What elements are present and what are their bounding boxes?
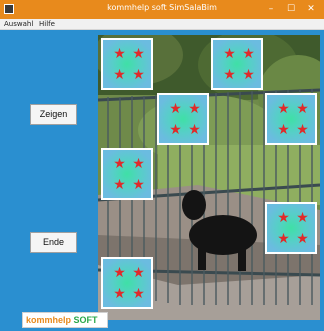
star-icon: ★ bbox=[113, 67, 126, 83]
star-icon: ★ bbox=[223, 67, 236, 83]
star-icon: ★ bbox=[113, 265, 126, 281]
star-icon: ★ bbox=[132, 286, 145, 302]
memory-card[interactable]: ★ ★ ★ ★ bbox=[265, 202, 317, 254]
star-icon: ★ bbox=[132, 67, 145, 83]
star-icon: ★ bbox=[223, 46, 236, 62]
star-icon: ★ bbox=[277, 231, 290, 247]
logo-text-soft: SOFT bbox=[73, 315, 98, 325]
memory-card[interactable]: ★ ★ ★ ★ bbox=[211, 38, 263, 90]
star-icon: ★ bbox=[132, 156, 145, 172]
maximize-button[interactable]: ☐ bbox=[286, 2, 296, 16]
menu-bar: Auswahl Hilfe bbox=[0, 19, 324, 30]
end-button[interactable]: Ende bbox=[30, 232, 77, 253]
logo-text-kommhelp: kommhelp bbox=[26, 315, 72, 325]
star-icon: ★ bbox=[113, 286, 126, 302]
star-icon: ★ bbox=[113, 177, 126, 193]
memory-card[interactable]: ★ ★ ★ ★ bbox=[101, 257, 153, 309]
minimize-button[interactable]: – bbox=[266, 2, 276, 16]
title-bar[interactable]: kommhelp soft SimSalaBim – ☐ ✕ bbox=[0, 0, 324, 19]
star-icon: ★ bbox=[277, 101, 290, 117]
memory-card[interactable]: ★ ★ ★ ★ bbox=[265, 93, 317, 145]
show-button[interactable]: Zeigen bbox=[30, 104, 77, 125]
menu-item-auswahl[interactable]: Auswahl bbox=[4, 20, 33, 28]
star-icon: ★ bbox=[296, 231, 309, 247]
memory-card[interactable]: ★ ★ ★ ★ bbox=[157, 93, 209, 145]
main-panel: Zeigen Ende ★ ★ ★ ★ ★ ★ ★ ★ ★ ★ ★ ★ ★ ★ … bbox=[0, 30, 324, 331]
star-icon: ★ bbox=[132, 177, 145, 193]
star-icon: ★ bbox=[277, 122, 290, 138]
star-icon: ★ bbox=[132, 265, 145, 281]
window-controls: – ☐ ✕ bbox=[266, 2, 316, 17]
star-icon: ★ bbox=[296, 210, 309, 226]
star-icon: ★ bbox=[296, 101, 309, 117]
memory-card[interactable]: ★ ★ ★ ★ bbox=[101, 38, 153, 90]
close-button[interactable]: ✕ bbox=[306, 2, 316, 16]
star-icon: ★ bbox=[242, 46, 255, 62]
star-icon: ★ bbox=[132, 46, 145, 62]
menu-item-hilfe[interactable]: Hilfe bbox=[39, 20, 55, 28]
kommhelp-logo: kommhelp SOFT bbox=[22, 312, 108, 328]
star-icon: ★ bbox=[113, 46, 126, 62]
star-icon: ★ bbox=[242, 67, 255, 83]
star-icon: ★ bbox=[169, 101, 182, 117]
memory-card[interactable]: ★ ★ ★ ★ bbox=[101, 148, 153, 200]
star-icon: ★ bbox=[188, 101, 201, 117]
star-icon: ★ bbox=[169, 122, 182, 138]
star-icon: ★ bbox=[113, 156, 126, 172]
star-icon: ★ bbox=[277, 210, 290, 226]
app-window: kommhelp soft SimSalaBim – ☐ ✕ Auswahl H… bbox=[0, 0, 324, 331]
star-icon: ★ bbox=[296, 122, 309, 138]
star-icon: ★ bbox=[188, 122, 201, 138]
